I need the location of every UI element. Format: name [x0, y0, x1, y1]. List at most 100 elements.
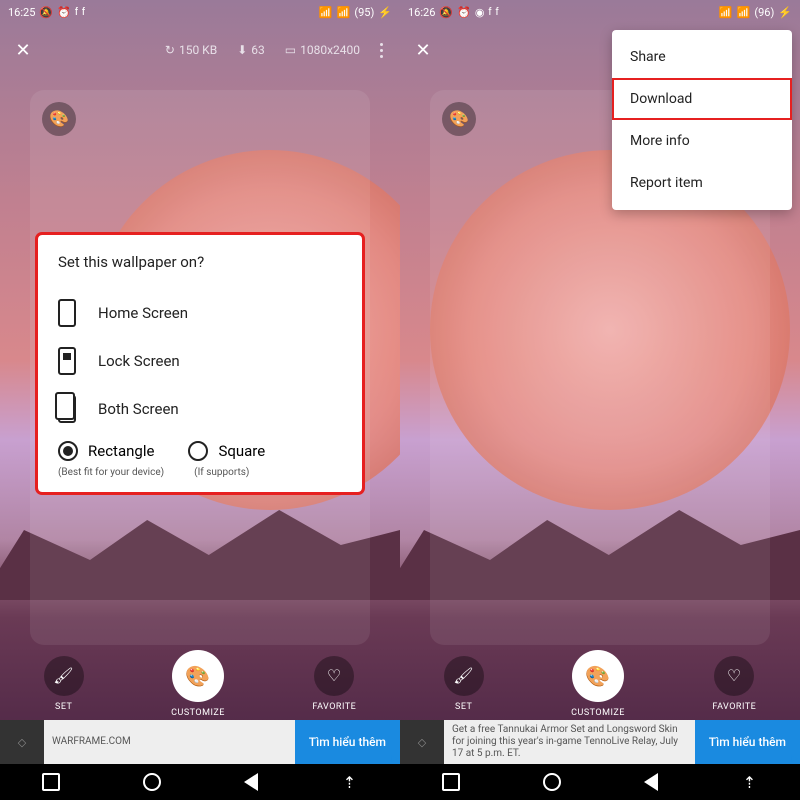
fb-icon: f	[495, 6, 498, 18]
fb-icon: f	[82, 6, 85, 18]
back-button[interactable]	[244, 773, 258, 791]
accessibility-button[interactable]: ⇡	[341, 773, 359, 791]
status-time: 16:26	[408, 6, 435, 19]
close-button[interactable]: ✕	[8, 35, 38, 65]
action-label: FAVORITE	[712, 702, 756, 712]
signal-icon: 📶	[319, 6, 333, 19]
ad-choices-icon[interactable]: ▷	[391, 754, 398, 764]
ad-banner[interactable]: ◇ WARFRAME.COM Tìm hiểu thêm ▷	[0, 720, 400, 764]
wifi-icon: 📶	[337, 6, 351, 19]
heart-icon: ♡	[327, 666, 342, 686]
ad-banner[interactable]: ◇ Get a free Tannukai Armor Set and Long…	[400, 720, 800, 764]
brush-icon: 🖌	[453, 666, 474, 686]
radio-icon-selected	[58, 441, 78, 461]
close-button[interactable]: ✕	[408, 35, 438, 65]
ad-cta-button[interactable]: Tìm hiểu thêm	[695, 720, 800, 764]
top-bar: ✕ ↻150 KB ⬇63 ▭1080x2400	[0, 28, 400, 72]
android-navbar: ⇡	[0, 764, 400, 800]
menu-item-download[interactable]: Download	[612, 78, 792, 120]
menu-item-report[interactable]: Report item	[612, 162, 792, 204]
wifi-icon: 📶	[737, 6, 751, 19]
lock-icon	[58, 347, 76, 375]
android-navbar: ⇡	[400, 764, 800, 800]
option-home-screen[interactable]: Home Screen	[58, 289, 342, 337]
status-bar: 16:25 🔕 ⏰ f f 📶 📶 (95) ⚡	[0, 0, 400, 24]
set-button[interactable]: 🖌 SET	[444, 656, 484, 712]
radio-label: Rectangle	[88, 442, 154, 460]
recents-button[interactable]	[42, 773, 60, 791]
radio-label: Square	[218, 442, 265, 460]
messenger-icon: ◉	[475, 6, 485, 19]
phone-icon	[58, 299, 76, 327]
both-icon	[58, 395, 76, 423]
palette-icon: 🎨	[185, 664, 210, 689]
home-button[interactable]	[143, 773, 161, 791]
back-button[interactable]	[644, 773, 658, 791]
screenshot-left: 16:25 🔕 ⏰ f f 📶 📶 (95) ⚡ ✕ ↻150 KB ⬇63 ▭…	[0, 0, 400, 800]
ad-text: WARFRAME.COM	[44, 736, 295, 748]
ad-text: Get a free Tannukai Armor Set and Longsw…	[444, 724, 695, 760]
bottom-actions: 🖌 SET 🎨 CUSTOMIZE ♡ FAVORITE	[0, 648, 400, 720]
ad-cta-button[interactable]: Tìm hiểu thêm	[295, 720, 400, 764]
charge-icon: ⚡	[378, 6, 392, 19]
palette-icon: 🎨	[585, 664, 610, 689]
alarm-icon: ⏰	[57, 6, 71, 19]
screenshot-right: 16:26 🔕 ⏰ ◉ f f 📶 📶 (96) ⚡ ✕ ↻150 KB ⬇ 🎨…	[400, 0, 800, 800]
dimensions-chip[interactable]: ▭1080x2400	[285, 43, 360, 57]
recents-button[interactable]	[442, 773, 460, 791]
home-button[interactable]	[543, 773, 561, 791]
ad-choices-icon[interactable]: ▷	[791, 754, 798, 764]
download-icon: ⬇	[237, 43, 247, 57]
charge-icon: ⚡	[778, 6, 792, 19]
option-both-screen[interactable]: Both Screen	[58, 385, 342, 433]
signal-icon: 📶	[719, 6, 733, 19]
refresh-icon: ↻	[165, 43, 175, 57]
battery-pct: (95)	[354, 6, 374, 19]
favorite-button[interactable]: ♡ FAVORITE	[312, 656, 356, 712]
action-label: SET	[455, 702, 472, 712]
accessibility-button[interactable]: ⇡	[741, 773, 759, 791]
favorite-button[interactable]: ♡ FAVORITE	[712, 656, 756, 712]
radio-square[interactable]: Square	[188, 441, 265, 461]
alarm-icon: ⏰	[457, 6, 471, 19]
overflow-menu-button[interactable]	[370, 43, 392, 58]
radio-icon	[188, 441, 208, 461]
set-wallpaper-dialog: Set this wallpaper on? Home Screen Lock …	[38, 235, 362, 492]
filesize-chip[interactable]: ↻150 KB	[165, 43, 217, 57]
action-label: CUSTOMIZE	[171, 708, 225, 718]
palette-icon: 🎨	[49, 109, 69, 129]
dialog-title: Set this wallpaper on?	[58, 253, 342, 271]
set-button[interactable]: 🖌 SET	[44, 656, 84, 712]
palette-chip[interactable]: 🎨	[42, 102, 76, 136]
option-lock-screen[interactable]: Lock Screen	[58, 337, 342, 385]
overflow-menu: Share Download More info Report item	[612, 30, 792, 210]
download-count[interactable]: ⬇63	[237, 43, 265, 57]
customize-button[interactable]: 🎨 CUSTOMIZE	[171, 650, 225, 718]
action-label: FAVORITE	[312, 702, 356, 712]
brush-icon: 🖌	[53, 666, 74, 686]
battery-pct: (96)	[754, 6, 774, 19]
option-label: Both Screen	[98, 400, 179, 418]
menu-item-more-info[interactable]: More info	[612, 120, 792, 162]
menu-item-share[interactable]: Share	[612, 36, 792, 78]
hint-text: (If supports)	[194, 467, 249, 478]
fb-icon: f	[75, 6, 78, 18]
ad-icon: ◇	[400, 720, 444, 764]
option-label: Lock Screen	[98, 352, 180, 370]
option-label: Home Screen	[98, 304, 188, 322]
palette-chip[interactable]: 🎨	[442, 102, 476, 136]
heart-icon: ♡	[727, 666, 742, 686]
radio-rectangle[interactable]: Rectangle	[58, 441, 154, 461]
image-icon: ▭	[285, 43, 296, 57]
action-label: CUSTOMIZE	[571, 708, 625, 718]
mute-icon: 🔕	[439, 6, 453, 19]
hint-text: (Best fit for your device)	[58, 467, 164, 478]
bottom-actions: 🖌 SET 🎨 CUSTOMIZE ♡ FAVORITE	[400, 648, 800, 720]
customize-button[interactable]: 🎨 CUSTOMIZE	[571, 650, 625, 718]
ad-icon: ◇	[0, 720, 44, 764]
status-time: 16:25	[8, 6, 35, 19]
fb-icon: f	[488, 6, 491, 18]
status-bar: 16:26 🔕 ⏰ ◉ f f 📶 📶 (96) ⚡	[400, 0, 800, 24]
action-label: SET	[55, 702, 72, 712]
mute-icon: 🔕	[39, 6, 53, 19]
